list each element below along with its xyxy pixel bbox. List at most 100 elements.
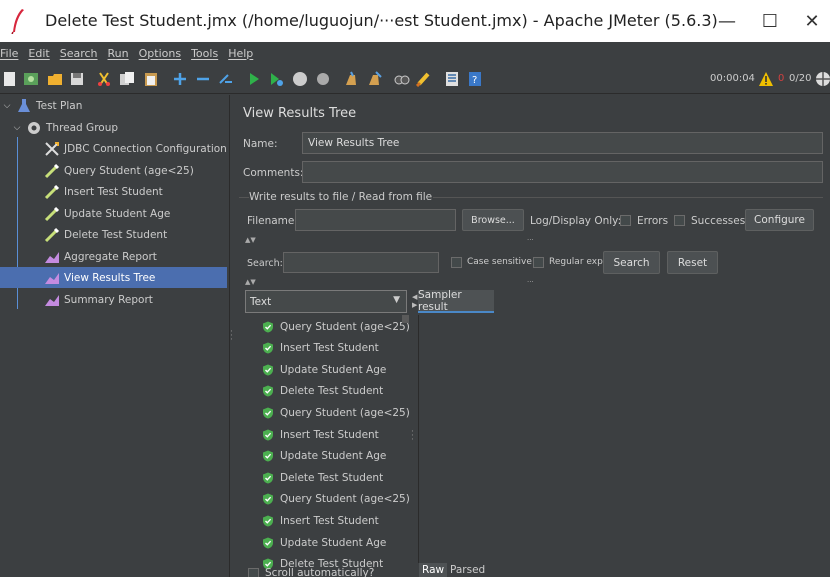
help-icon[interactable]: ? bbox=[467, 71, 483, 87]
list-item[interactable]: Query Student (age<25) bbox=[262, 316, 410, 337]
list-item-label: Query Student (age<25) bbox=[280, 493, 410, 506]
menu-file[interactable]: File bbox=[0, 47, 18, 60]
list-item-label: Query Student (age<25) bbox=[280, 320, 410, 333]
tree-item-view-results-tree[interactable]: View Results Tree bbox=[0, 267, 227, 288]
list-item[interactable]: Insert Test Student bbox=[262, 510, 379, 531]
warning-icon[interactable] bbox=[758, 71, 774, 87]
collapse-arrows-icon[interactable]: ▲▼ bbox=[245, 236, 256, 244]
clear-icon[interactable] bbox=[343, 71, 359, 87]
list-item[interactable]: Query Student (age<25) bbox=[262, 402, 410, 423]
page-title: View Results Tree bbox=[243, 106, 357, 121]
tree-item-query-student[interactable]: Query Student (age<25) bbox=[0, 160, 227, 181]
chevron-down-icon: ▼ bbox=[393, 295, 400, 305]
reset-search-icon[interactable] bbox=[416, 71, 432, 87]
search-button[interactable]: Search bbox=[603, 251, 660, 274]
chevron-down-icon[interactable]: ⌵ bbox=[12, 123, 22, 133]
shield-check-icon bbox=[263, 429, 273, 440]
menu-edit[interactable]: Edit bbox=[28, 47, 49, 60]
collapse-arrows-icon[interactable]: ▲▼ bbox=[245, 278, 256, 286]
list-item[interactable]: Update Student Age bbox=[262, 359, 386, 380]
successes-checkbox[interactable] bbox=[674, 215, 685, 226]
regex-checkbox[interactable] bbox=[533, 257, 544, 268]
errors-checkbox[interactable] bbox=[620, 215, 631, 226]
comments-label: Comments: bbox=[243, 167, 304, 179]
templates-icon[interactable] bbox=[23, 71, 39, 87]
minimize-button[interactable]: — bbox=[712, 8, 742, 34]
copy-icon[interactable] bbox=[119, 71, 135, 87]
expand-icon[interactable] bbox=[172, 71, 188, 87]
tree-item-label: View Results Tree bbox=[64, 271, 156, 284]
results-splitter-handle[interactable]: · · · bbox=[411, 428, 414, 445]
menu-tools[interactable]: Tools bbox=[191, 47, 218, 60]
tree-item-delete-student[interactable]: Delete Test Student bbox=[0, 224, 227, 245]
pipette-icon bbox=[44, 184, 60, 199]
cut-icon[interactable] bbox=[96, 71, 112, 87]
renderer-select[interactable]: Text ▼ bbox=[245, 290, 407, 313]
splitter-handle[interactable]: ··· bbox=[527, 278, 534, 286]
search-input[interactable] bbox=[283, 252, 439, 273]
shield-check-icon bbox=[263, 472, 273, 484]
start-icon[interactable] bbox=[246, 71, 262, 87]
configure-button[interactable]: Configure bbox=[745, 209, 814, 231]
results-scrollbar[interactable] bbox=[402, 315, 409, 323]
toggle-icon[interactable] bbox=[218, 71, 234, 87]
tree-item-jdbc-config[interactable]: JDBC Connection Configuration bbox=[0, 138, 227, 159]
case-sensitive-checkbox[interactable] bbox=[451, 257, 462, 268]
menu-run[interactable]: Run bbox=[108, 47, 129, 60]
paste-icon[interactable] bbox=[143, 71, 159, 87]
list-item[interactable]: Query Student (age<25) bbox=[262, 489, 410, 510]
menu-options[interactable]: Options bbox=[139, 47, 181, 60]
collapse-icon[interactable] bbox=[195, 71, 211, 87]
list-item[interactable]: Update Student Age bbox=[262, 532, 386, 553]
filename-field[interactable] bbox=[295, 209, 456, 231]
menu-help[interactable]: Help bbox=[228, 47, 253, 60]
tree-item-update-student[interactable]: Update Student Age bbox=[0, 203, 227, 224]
case-sensitive-label: Case sensitive bbox=[467, 257, 532, 267]
list-item-label: Insert Test Student bbox=[280, 342, 379, 355]
new-icon[interactable] bbox=[2, 71, 18, 87]
menu-search[interactable]: Search bbox=[60, 47, 98, 60]
tab-sampler-result[interactable]: Sampler result bbox=[418, 289, 494, 313]
list-item[interactable]: Insert Test Student bbox=[262, 338, 379, 359]
remote-globe-icon[interactable] bbox=[815, 71, 830, 87]
gear-icon bbox=[28, 121, 40, 134]
splitter-handle[interactable]: ··· bbox=[527, 236, 534, 244]
save-icon[interactable] bbox=[69, 71, 85, 87]
function-helper-icon[interactable] bbox=[444, 71, 460, 87]
maximize-button[interactable]: ☐ bbox=[755, 8, 785, 34]
svg-text:?: ? bbox=[472, 75, 477, 86]
tab-scroll-arrows-icon[interactable]: ◀ ▶ bbox=[412, 293, 417, 309]
close-button[interactable]: ✕ bbox=[797, 8, 827, 34]
tree-item-test-plan[interactable]: ⌵ Test Plan bbox=[0, 95, 227, 116]
list-item-label: Insert Test Student bbox=[280, 514, 379, 527]
search-label: Search: bbox=[247, 258, 283, 269]
scroll-auto-checkbox[interactable] bbox=[248, 568, 259, 577]
reset-button[interactable]: Reset bbox=[667, 251, 718, 274]
list-item[interactable]: Delete Test Student bbox=[262, 381, 383, 402]
comments-field[interactable] bbox=[302, 161, 823, 183]
chevron-down-icon[interactable]: ⌵ bbox=[2, 101, 12, 111]
list-item[interactable]: Insert Test Student bbox=[262, 424, 379, 445]
tree-item-aggregate-report[interactable]: Aggregate Report bbox=[0, 246, 227, 267]
start-no-pauses-icon[interactable] bbox=[268, 71, 284, 87]
tree-item-insert-student[interactable]: Insert Test Student bbox=[0, 181, 227, 202]
tree-item-label: Test Plan bbox=[36, 99, 83, 112]
clear-all-icon[interactable] bbox=[367, 71, 383, 87]
chart-icon bbox=[45, 272, 59, 284]
tree-item-label: Query Student (age<25) bbox=[64, 164, 194, 177]
tree-item-thread-group[interactable]: ⌵ Thread Group bbox=[0, 117, 227, 138]
tab-raw[interactable]: Raw bbox=[419, 563, 448, 577]
list-item[interactable]: Update Student Age bbox=[262, 446, 386, 467]
list-item[interactable]: Delete Test Student bbox=[262, 467, 383, 488]
tree-item-summary-report[interactable]: Summary Report bbox=[0, 289, 227, 310]
name-field[interactable]: View Results Tree bbox=[302, 132, 823, 154]
shield-check-icon bbox=[263, 364, 273, 376]
open-icon[interactable] bbox=[47, 71, 63, 87]
shutdown-icon[interactable] bbox=[315, 71, 331, 87]
browse-button[interactable]: Browse... bbox=[462, 209, 524, 231]
tab-parsed[interactable]: Parsed bbox=[447, 563, 488, 577]
window-title: Delete Test Student.jmx (/home/luguojun/… bbox=[45, 11, 718, 30]
stop-icon[interactable] bbox=[292, 71, 308, 87]
thread-count: 0/20 bbox=[789, 73, 812, 84]
search-icon[interactable] bbox=[394, 71, 410, 87]
